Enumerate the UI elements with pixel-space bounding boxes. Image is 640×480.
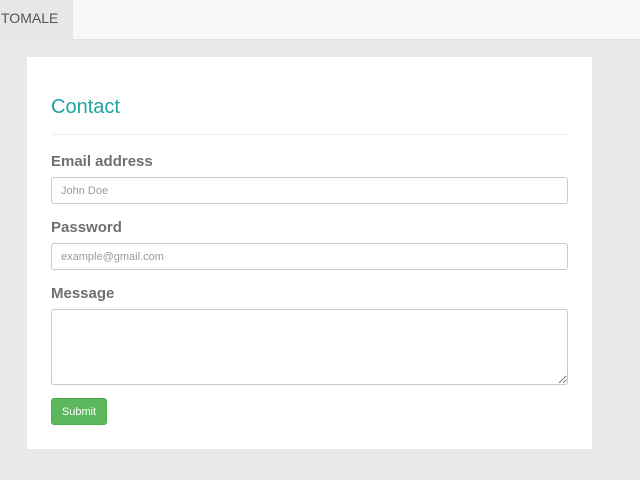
message-textarea[interactable] — [51, 309, 568, 385]
navbar: TOMALE — [0, 0, 640, 40]
email-input[interactable] — [51, 177, 568, 204]
password-label: Password — [51, 219, 122, 236]
submit-button[interactable]: Submit — [51, 398, 107, 425]
brand-link[interactable]: TOMALE — [0, 0, 73, 39]
contact-card: Contact Email address Password Message S… — [27, 57, 592, 449]
title-divider — [51, 134, 568, 135]
password-input[interactable] — [51, 243, 568, 270]
message-label: Message — [51, 285, 115, 302]
page-title: Contact — [51, 96, 120, 118]
email-label: Email address — [51, 153, 153, 170]
